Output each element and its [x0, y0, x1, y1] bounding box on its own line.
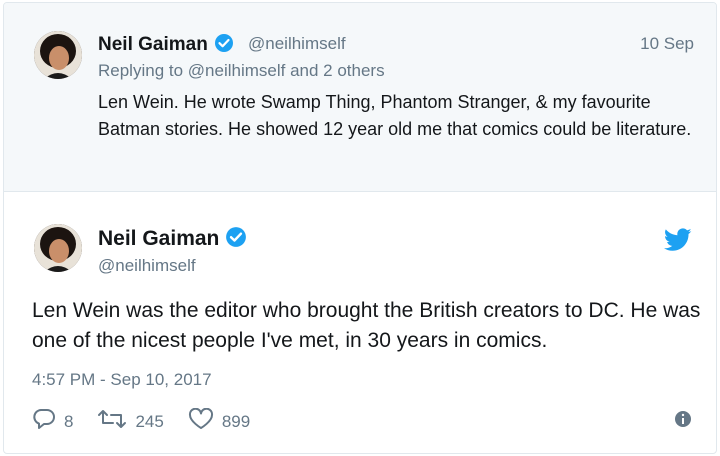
- reply-button[interactable]: 8: [32, 408, 73, 435]
- reply-count: 8: [64, 411, 74, 431]
- author-handle[interactable]: @neilhimself: [98, 256, 196, 276]
- tweet-text: Len Wein. He wrote Swamp Thing, Phantom …: [98, 92, 692, 139]
- avatar[interactable]: [34, 224, 82, 272]
- main-tweet: Neil Gaiman @neilhimself Len Wein was th…: [4, 192, 716, 453]
- tweet-text: Len Wein was the editor who brought the …: [32, 299, 701, 352]
- like-button[interactable]: 899: [188, 407, 251, 435]
- parent-tweet[interactable]: Neil Gaiman @neilhimself 10 Sep Replying…: [4, 3, 716, 192]
- tweet-date[interactable]: 10 Sep: [640, 34, 694, 54]
- twitter-bird-icon[interactable]: [663, 228, 692, 257]
- retweet-count: 245: [135, 411, 164, 431]
- info-icon[interactable]: [674, 410, 692, 433]
- like-count: 899: [221, 411, 251, 431]
- reply-context[interactable]: Replying to @neilhimself and 2 others: [98, 61, 385, 81]
- author-name[interactable]: Neil Gaiman: [98, 33, 234, 59]
- tweet-actions: 8 245 899: [32, 407, 274, 435]
- author-handle[interactable]: @neilhimself: [248, 34, 346, 54]
- reply-icon: [32, 408, 56, 435]
- avatar[interactable]: [34, 31, 82, 79]
- verified-badge-icon: [214, 33, 234, 59]
- verified-badge-icon: [225, 226, 247, 254]
- heart-icon: [188, 407, 214, 435]
- tweet-timestamp[interactable]: 4:57 PM - Sep 10, 2017: [32, 370, 212, 390]
- retweet-button[interactable]: 245: [97, 408, 164, 435]
- author-name[interactable]: Neil Gaiman: [98, 226, 247, 254]
- tweet-card: Neil Gaiman @neilhimself 10 Sep Replying…: [3, 2, 717, 454]
- retweet-icon: [97, 408, 127, 435]
